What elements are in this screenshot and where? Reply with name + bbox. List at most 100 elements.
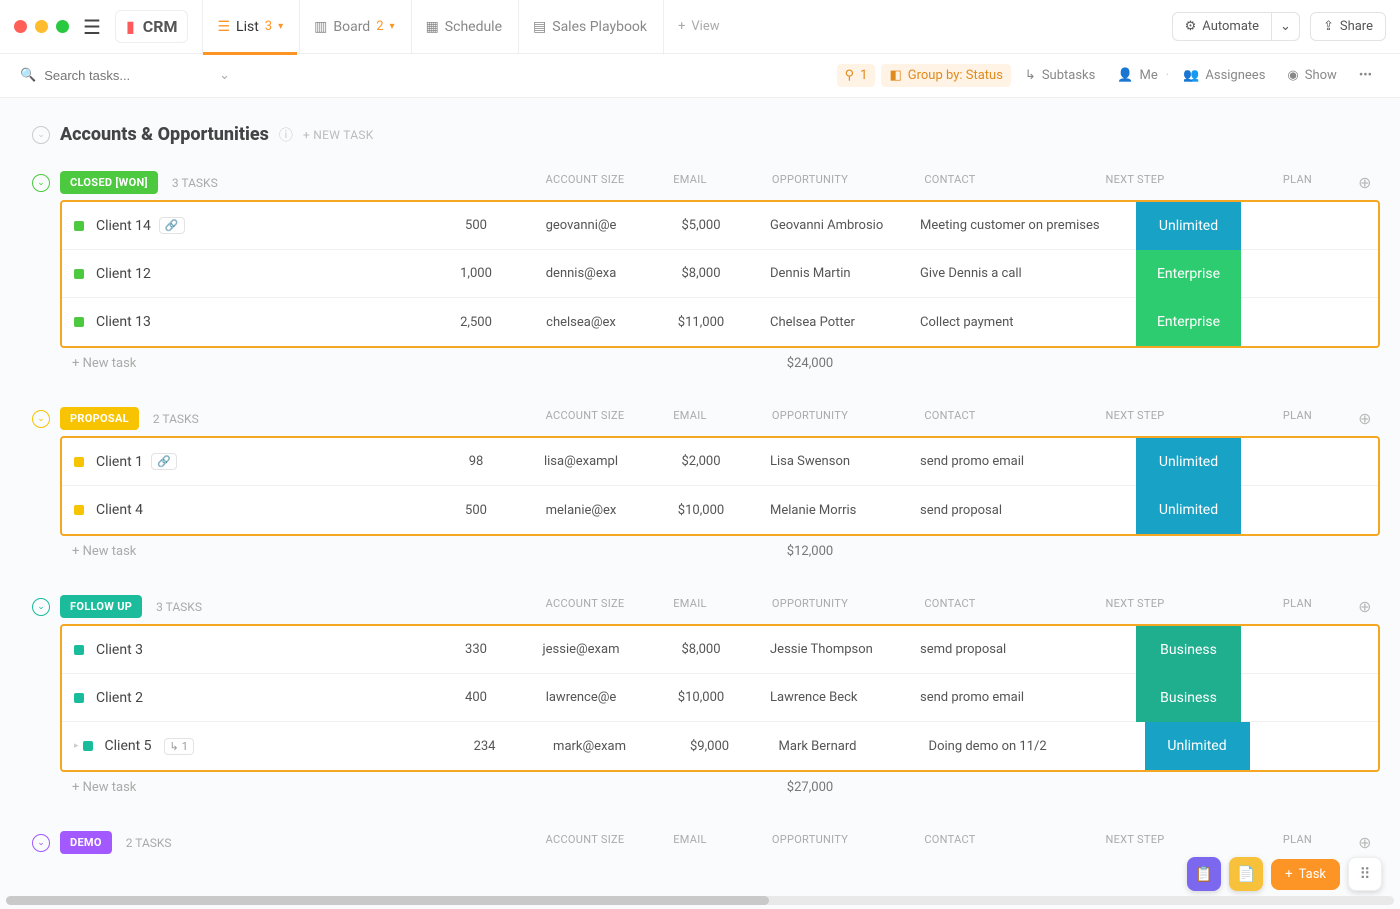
account-size-cell[interactable]: 500 [426,218,526,233]
collapse-group-icon[interactable]: ⌄ [32,834,50,852]
email-cell[interactable]: lisa@exampl [526,454,636,469]
plan-cell[interactable]: Business [1136,674,1241,722]
subtask-chip[interactable]: ↳1 [164,738,194,755]
next-step-cell[interactable]: Collect payment [916,315,1136,330]
col-email[interactable]: EMAIL [635,597,745,616]
col-next-step[interactable]: NEXT STEP [1025,173,1245,192]
status-square-icon[interactable] [74,693,84,703]
table-row[interactable]: Client 14 🔗 500 geovanni@e $5,000 Geovan… [62,202,1378,250]
col-account-size[interactable]: ACCOUNT SIZE [535,173,635,192]
col-next-step[interactable]: NEXT STEP [1025,833,1245,852]
status-badge[interactable]: DEMO [60,831,112,854]
col-contact[interactable]: CONTACT [875,173,1025,192]
more-menu[interactable]: ••• [1351,64,1380,87]
search-input[interactable] [44,68,184,83]
status-square-icon[interactable] [83,741,93,751]
col-contact[interactable]: CONTACT [875,597,1025,616]
account-size-cell[interactable]: 234 [435,739,535,754]
workspace-badge[interactable]: ▮ CRM [115,10,189,43]
col-email[interactable]: EMAIL [635,833,745,852]
status-square-icon[interactable] [74,317,84,327]
tab-board[interactable]: ▥ Board 2 ▾ [299,0,408,54]
opportunity-cell[interactable]: $11,000 [636,315,766,330]
new-task-link[interactable]: + New task [72,544,136,559]
col-account-size[interactable]: ACCOUNT SIZE [535,833,635,852]
col-plan[interactable]: PLAN [1245,173,1350,192]
share-button[interactable]: ⇪ Share [1310,12,1386,41]
col-opportunity[interactable]: OPPORTUNITY [745,409,875,428]
subtasks-pill[interactable]: ↳ Subtasks [1017,64,1103,87]
automate-dropdown[interactable]: ⌄ [1272,12,1300,41]
contact-cell[interactable]: Melanie Morris [766,503,916,518]
col-contact[interactable]: CONTACT [875,409,1025,428]
collapse-group-icon[interactable]: ⌄ [32,174,50,192]
plan-cell[interactable]: Unlimited [1136,202,1241,250]
table-row[interactable]: Client 2 400 lawrence@e $10,000 Lawrence… [62,674,1378,722]
plan-cell[interactable]: Enterprise [1136,250,1241,298]
table-row[interactable]: Client 12 1,000 dennis@exa $8,000 Dennis… [62,250,1378,298]
collapse-group-icon[interactable]: ⌄ [32,410,50,428]
tab-schedule[interactable]: ▦ Schedule [411,0,516,54]
table-row[interactable]: Client 13 2,500 chelsea@ex $11,000 Chels… [62,298,1378,346]
col-account-size[interactable]: ACCOUNT SIZE [535,409,635,428]
opportunity-cell[interactable]: $8,000 [636,642,766,657]
docs-fab[interactable]: 📄 [1229,857,1263,891]
email-cell[interactable]: jessie@exam [526,642,636,657]
expand-icon[interactable]: ▸ [74,741,79,751]
next-step-cell[interactable]: Doing demo on 11/2 [925,739,1145,754]
plan-cell[interactable]: Business [1136,626,1241,674]
status-square-icon[interactable] [74,645,84,655]
next-step-cell[interactable]: send proposal [916,503,1136,518]
col-plan[interactable]: PLAN [1245,597,1350,616]
add-column-button[interactable]: ⊕ [1350,173,1380,192]
col-account-size[interactable]: ACCOUNT SIZE [535,597,635,616]
notepad-fab[interactable]: 📋 [1187,857,1221,891]
plan-cell[interactable]: Unlimited [1136,438,1241,486]
status-badge[interactable]: CLOSED [WON] [60,171,158,194]
opportunity-cell[interactable]: $10,000 [636,503,766,518]
link-chip[interactable]: 🔗 [151,453,177,470]
contact-cell[interactable]: Mark Bernard [775,739,925,754]
col-opportunity[interactable]: OPPORTUNITY [745,173,875,192]
table-row[interactable]: Client 1 🔗 98 lisa@exampl $2,000 Lisa Sw… [62,438,1378,486]
email-cell[interactable]: chelsea@ex [526,315,636,330]
status-square-icon[interactable] [74,221,84,231]
col-next-step[interactable]: NEXT STEP [1025,409,1245,428]
show-pill[interactable]: ◉ Show [1279,64,1344,87]
me-pill[interactable]: 👤 Me [1109,64,1165,87]
client-name-cell[interactable]: Client 5 ↳1 [105,738,435,755]
email-cell[interactable]: dennis@exa [526,266,636,281]
account-size-cell[interactable]: 330 [426,642,526,657]
client-name-cell[interactable]: Client 3 [96,642,426,658]
col-plan[interactable]: PLAN [1245,833,1350,852]
new-task-link[interactable]: + New task [72,780,136,795]
apps-fab[interactable]: ⠿ [1348,857,1382,891]
account-size-cell[interactable]: 500 [426,503,526,518]
groupby-pill[interactable]: ◧ Group by: Status [881,64,1010,87]
account-size-cell[interactable]: 1,000 [426,266,526,281]
next-step-cell[interactable]: Meeting customer on premises [916,218,1136,233]
status-square-icon[interactable] [74,457,84,467]
opportunity-cell[interactable]: $5,000 [636,218,766,233]
col-plan[interactable]: PLAN [1245,409,1350,428]
table-row[interactable]: Client 4 500 melanie@ex $10,000 Melanie … [62,486,1378,534]
client-name-cell[interactable]: Client 2 [96,690,426,706]
collapse-all-icon[interactable]: ⌄ [32,126,50,144]
client-name-cell[interactable]: Client 12 [96,266,426,282]
email-cell[interactable]: lawrence@e [526,690,636,705]
status-badge[interactable]: PROPOSAL [60,407,139,430]
col-email[interactable]: EMAIL [635,409,745,428]
horizontal-scrollbar[interactable] [6,896,1394,905]
client-name-cell[interactable]: Client 14 🔗 [96,217,426,234]
status-badge[interactable]: FOLLOW UP [60,595,142,618]
client-name-cell[interactable]: Client 4 [96,502,426,518]
search-wrap[interactable]: 🔍 ⌄ [20,68,230,83]
info-icon[interactable]: ⓘ [279,125,293,145]
next-step-cell[interactable]: send promo email [916,690,1136,705]
client-name-cell[interactable]: Client 1 🔗 [96,453,426,470]
table-row[interactable]: ▸ Client 5 ↳1 234 mark@exam $9,000 Mark … [62,722,1378,770]
contact-cell[interactable]: Lisa Swenson [766,454,916,469]
opportunity-cell[interactable]: $9,000 [645,739,775,754]
add-column-button[interactable]: ⊕ [1350,833,1380,852]
contact-cell[interactable]: Geovanni Ambrosio [766,218,916,233]
